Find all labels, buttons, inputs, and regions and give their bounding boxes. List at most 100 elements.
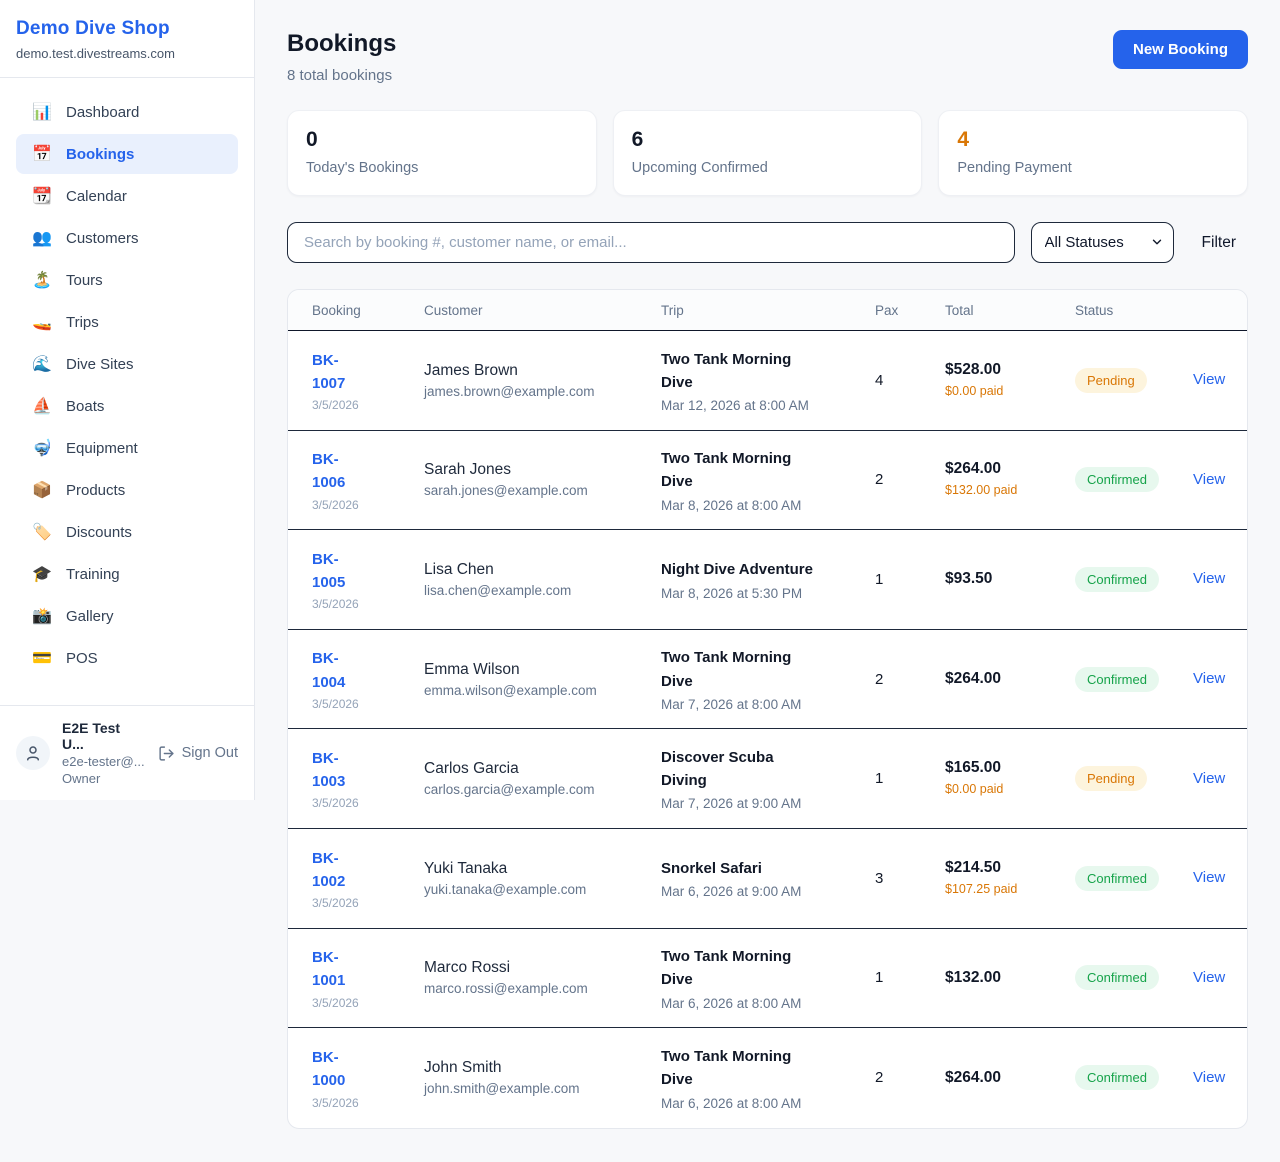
sidebar-item-bookings[interactable]: 📅 Bookings <box>16 134 238 174</box>
sidebar-item-boats[interactable]: ⛵ Boats <box>16 386 238 426</box>
status-select[interactable]: All Statuses <box>1031 222 1174 263</box>
column-header-customer: Customer <box>424 303 661 318</box>
view-link[interactable]: View <box>1193 371 1225 388</box>
diving-mask-icon: 🤿 <box>32 438 52 458</box>
trip-time: Mar 12, 2026 at 8:00 AM <box>661 398 875 413</box>
filter-button[interactable]: Filter <box>1190 226 1248 260</box>
stat-label: Upcoming Confirmed <box>632 160 904 176</box>
table-body: BK-1007 3/5/2026 James Brown james.brown… <box>288 331 1247 1128</box>
booking-id-link[interactable]: BK-1004 <box>312 647 368 694</box>
booking-id-link[interactable]: BK-1007 <box>312 349 368 396</box>
filter-row: All Statuses Filter <box>287 222 1248 263</box>
sidebar-item-dashboard[interactable]: 📊 Dashboard <box>16 92 238 132</box>
stat-card-upcoming-confirmed: 6 Upcoming Confirmed <box>613 110 923 196</box>
sidebar-item-customers[interactable]: 👥 Customers <box>16 218 238 258</box>
booking-id-link[interactable]: BK-1006 <box>312 448 368 495</box>
stat-label: Today's Bookings <box>306 160 578 176</box>
sailboat-icon: ⛵ <box>32 396 52 416</box>
booking-date: 3/5/2026 <box>312 996 424 1010</box>
status-badge: Confirmed <box>1075 1065 1159 1090</box>
user-email: e2e-tester@... <box>62 754 146 769</box>
view-link[interactable]: View <box>1193 969 1225 986</box>
paid-amount: $107.25 paid <box>945 881 1025 899</box>
trip-time: Mar 7, 2026 at 8:00 AM <box>661 697 875 712</box>
status-select-wrap: All Statuses <box>1031 222 1174 263</box>
people-icon: 👥 <box>32 228 52 248</box>
customer-name: Marco Rossi <box>424 959 661 977</box>
booking-id-link[interactable]: BK-1003 <box>312 747 368 794</box>
status-badge: Confirmed <box>1075 866 1159 891</box>
customer-email: carlos.garcia@example.com <box>424 782 661 797</box>
sidebar-header: Demo Dive Shop demo.test.divestreams.com <box>0 0 254 78</box>
customer-cell: Sarah Jones sarah.jones@example.com <box>424 461 661 498</box>
status-badge: Confirmed <box>1075 467 1159 492</box>
sidebar-user-section: E2E Test U... e2e-tester@... Owner Sign … <box>0 705 254 800</box>
user-name: E2E Test U... <box>62 720 146 752</box>
view-link[interactable]: View <box>1193 1069 1225 1086</box>
view-link[interactable]: View <box>1193 570 1225 587</box>
booking-cell: BK-1007 3/5/2026 <box>312 349 424 413</box>
trip-name: Night Dive Adventure <box>661 558 821 581</box>
calendar-icon: 📅 <box>32 144 52 164</box>
booking-date: 3/5/2026 <box>312 597 424 611</box>
status-cell: Confirmed <box>1075 1065 1193 1090</box>
customer-cell: Lisa Chen lisa.chen@example.com <box>424 561 661 598</box>
table-row: BK-1007 3/5/2026 James Brown james.brown… <box>288 331 1247 431</box>
booking-id-link[interactable]: BK-1002 <box>312 847 368 894</box>
tear-off-calendar-icon: 📆 <box>32 186 52 206</box>
stat-card-today-s-bookings: 0 Today's Bookings <box>287 110 597 196</box>
total-cell: $93.50 <box>945 570 1075 588</box>
customer-cell: James Brown james.brown@example.com <box>424 362 661 399</box>
page-header-text: Bookings 8 total bookings <box>287 30 396 84</box>
trip-time: Mar 8, 2026 at 5:30 PM <box>661 586 875 601</box>
sidebar-item-pos[interactable]: 💳 POS <box>16 638 238 678</box>
sidebar-item-trips[interactable]: 🚤 Trips <box>16 302 238 342</box>
trip-cell: Two Tank Morning Dive Mar 7, 2026 at 8:0… <box>661 646 875 712</box>
page-header: Bookings 8 total bookings New Booking <box>287 30 1248 84</box>
booking-id-link[interactable]: BK-1001 <box>312 946 368 993</box>
status-cell: Confirmed <box>1075 567 1193 592</box>
sidebar-item-gallery[interactable]: 📸 Gallery <box>16 596 238 636</box>
sign-out-button[interactable]: Sign Out <box>158 745 238 762</box>
booking-id-link[interactable]: BK-1005 <box>312 548 368 595</box>
customer-email: emma.wilson@example.com <box>424 683 661 698</box>
status-badge: Confirmed <box>1075 667 1159 692</box>
booking-cell: BK-1005 3/5/2026 <box>312 548 424 612</box>
main-content: Bookings 8 total bookings New Booking 0 … <box>255 0 1280 1161</box>
sidebar-item-calendar[interactable]: 📆 Calendar <box>16 176 238 216</box>
sidebar-item-tours[interactable]: 🏝️ Tours <box>16 260 238 300</box>
sidebar-item-training[interactable]: 🎓 Training <box>16 554 238 594</box>
sidebar-item-dive-sites[interactable]: 🌊 Dive Sites <box>16 344 238 384</box>
total-amount: $165.00 <box>945 759 1075 777</box>
customer-name: Carlos Garcia <box>424 760 661 778</box>
booking-date: 3/5/2026 <box>312 896 424 910</box>
trip-name: Discover Scuba Diving <box>661 746 821 793</box>
view-link[interactable]: View <box>1193 869 1225 886</box>
booking-id-link[interactable]: BK-1000 <box>312 1046 368 1093</box>
status-badge: Pending <box>1075 368 1147 393</box>
sidebar: Demo Dive Shop demo.test.divestreams.com… <box>0 0 255 800</box>
pax-cell: 2 <box>875 671 945 688</box>
tag-icon: 🏷️ <box>32 522 52 542</box>
view-link[interactable]: View <box>1193 770 1225 787</box>
table-row: BK-1000 3/5/2026 John Smith john.smith@e… <box>288 1028 1247 1128</box>
trip-cell: Two Tank Morning Dive Mar 12, 2026 at 8:… <box>661 348 875 414</box>
total-cell: $165.00 $0.00 paid <box>945 759 1075 799</box>
user-icon <box>24 744 42 762</box>
search-input[interactable] <box>287 222 1015 263</box>
page-title: Bookings <box>287 30 396 58</box>
sidebar-item-discounts[interactable]: 🏷️ Discounts <box>16 512 238 552</box>
sidebar-item-equipment[interactable]: 🤿 Equipment <box>16 428 238 468</box>
status-cell: Confirmed <box>1075 965 1193 990</box>
stat-value: 0 <box>306 128 578 152</box>
customer-cell: Marco Rossi marco.rossi@example.com <box>424 959 661 996</box>
actions-cell: View <box>1193 371 1225 389</box>
new-booking-button[interactable]: New Booking <box>1113 30 1248 69</box>
customer-cell: John Smith john.smith@example.com <box>424 1059 661 1096</box>
view-link[interactable]: View <box>1193 670 1225 687</box>
view-link[interactable]: View <box>1193 471 1225 488</box>
paid-amount: $0.00 paid <box>945 383 1025 401</box>
booking-cell: BK-1003 3/5/2026 <box>312 747 424 811</box>
booking-date: 3/5/2026 <box>312 398 424 412</box>
sidebar-item-products[interactable]: 📦 Products <box>16 470 238 510</box>
